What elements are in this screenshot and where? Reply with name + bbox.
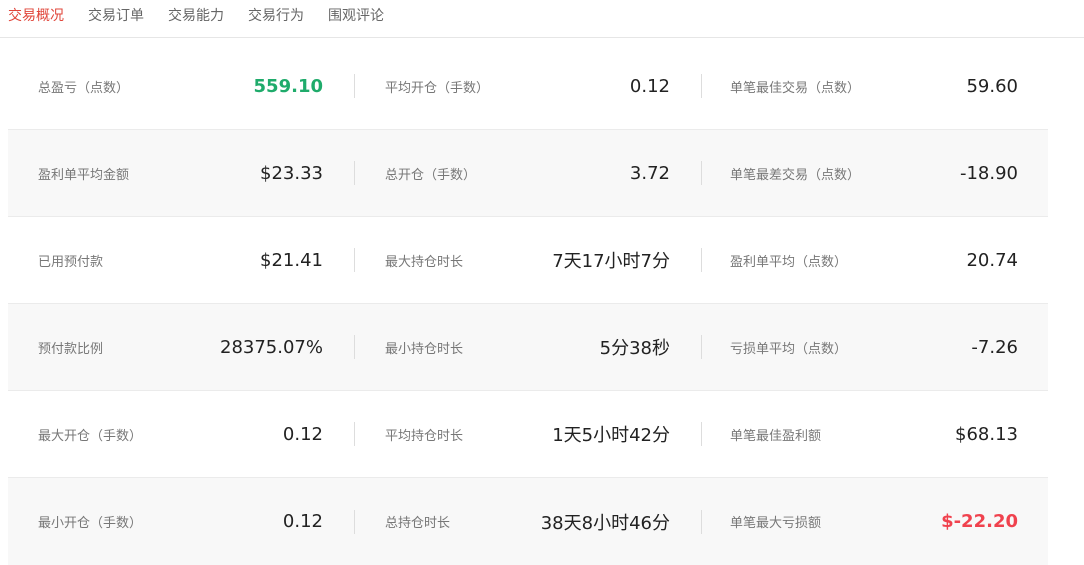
divider	[701, 422, 702, 446]
stat-label: 单笔最差交易（点数）	[730, 167, 861, 183]
stat-value: 0.12	[282, 423, 323, 445]
stat-value: 38天8小时46分	[540, 512, 670, 534]
stat-value: 28375.07%	[220, 336, 323, 358]
divider	[701, 335, 702, 359]
stat-best-trade-points: 单笔最佳交易（点数） 59.60	[701, 43, 1048, 129]
divider	[701, 74, 702, 98]
stat-avg-loss-points: 亏损单平均（点数） -7.26	[701, 304, 1048, 390]
stat-label: 总盈亏（点数）	[38, 80, 130, 96]
stats-row: 已用预付款 $21.41 最大持仓时长 7天17小时7分 盈利单平均（点数） 2…	[8, 217, 1048, 304]
stat-value: -18.90	[959, 162, 1018, 184]
stat-best-profit-amount: 单笔最佳盈利额 $68.13	[701, 391, 1048, 477]
stat-value: 559.10	[253, 75, 323, 97]
stat-label: 盈利单平均金额	[38, 167, 130, 183]
stat-label: 最小持仓时长	[385, 341, 464, 357]
stats-row: 预付款比例 28375.07% 最小持仓时长 5分38秒 亏损单平均（点数） -…	[8, 304, 1048, 391]
stat-value: 20.74	[966, 249, 1018, 271]
stat-value: $23.33	[260, 162, 323, 184]
stats-row: 最大开仓（手数） 0.12 平均持仓时长 1天5小时42分 单笔最佳盈利额 $6…	[8, 391, 1048, 478]
stat-worst-trade-points: 单笔最差交易（点数） -18.90	[701, 130, 1048, 216]
stat-max-loss-amount: 单笔最大亏损额 $-22.20	[701, 478, 1048, 565]
stat-value: 0.12	[282, 511, 323, 532]
stat-label: 盈利单平均（点数）	[730, 254, 848, 270]
stat-value: 0.12	[629, 75, 670, 97]
divider	[354, 422, 355, 446]
tab-bar: 交易概况 交易订单 交易能力 交易行为 围观评论	[0, 0, 1084, 38]
stat-value: $68.13	[955, 423, 1018, 445]
stats-row: 盈利单平均金额 $23.33 总开仓（手数） 3.72 单笔最差交易（点数） -…	[8, 130, 1048, 217]
tab-behavior[interactable]: 交易行为	[248, 5, 304, 25]
stat-label: 单笔最大亏损额	[730, 516, 822, 531]
stat-value: 1天5小时42分	[552, 425, 670, 446]
stat-label: 平均开仓（手数）	[385, 80, 490, 96]
stat-value: 7天17小时7分	[552, 251, 670, 272]
stat-total-open-lots: 总开仓（手数） 3.72	[354, 130, 701, 216]
stat-label: 最大持仓时长	[385, 254, 464, 270]
stat-value: -7.26	[971, 336, 1018, 358]
stat-avg-open-lots: 平均开仓（手数） 0.12	[354, 43, 701, 129]
divider	[354, 248, 355, 272]
stat-label: 已用预付款	[38, 254, 104, 270]
stat-total-hold-time: 总持仓时长 38天8小时46分	[354, 478, 701, 565]
stat-value: 59.60	[966, 75, 1018, 97]
stats-row: 最小开仓（手数） 0.12 总持仓时长 38天8小时46分 单笔最大亏损额 $-…	[8, 478, 1048, 565]
divider	[354, 74, 355, 98]
stat-value: $21.41	[260, 249, 323, 271]
tab-ability[interactable]: 交易能力	[168, 5, 224, 25]
tab-comments[interactable]: 围观评论	[328, 5, 384, 25]
stat-total-pnl: 总盈亏（点数） 559.10	[8, 43, 354, 129]
divider	[701, 248, 702, 272]
stat-max-open-lots: 最大开仓（手数） 0.12	[8, 391, 354, 477]
stat-label: 最大开仓（手数）	[38, 428, 143, 444]
stat-max-hold-time: 最大持仓时长 7天17小时7分	[354, 217, 701, 303]
tab-orders[interactable]: 交易订单	[88, 5, 144, 25]
divider	[701, 509, 702, 534]
divider	[354, 161, 355, 185]
stat-label: 最小开仓（手数）	[38, 516, 143, 531]
stat-label: 总持仓时长	[385, 516, 451, 531]
stats-grid: 总盈亏（点数） 559.10 平均开仓（手数） 0.12 单笔最佳交易（点数） …	[8, 43, 1048, 565]
divider	[354, 335, 355, 359]
stat-label: 单笔最佳交易（点数）	[730, 80, 861, 96]
stat-value: $-22.20	[941, 511, 1018, 532]
stats-row: 总盈亏（点数） 559.10 平均开仓（手数） 0.12 单笔最佳交易（点数） …	[8, 43, 1048, 130]
stat-label: 单笔最佳盈利额	[730, 428, 822, 444]
stat-used-margin: 已用预付款 $21.41	[8, 217, 354, 303]
stat-label: 总开仓（手数）	[385, 167, 477, 183]
stat-label: 预付款比例	[38, 341, 104, 357]
divider	[701, 161, 702, 185]
divider	[354, 509, 355, 534]
stat-label: 亏损单平均（点数）	[730, 341, 848, 357]
stat-value: 3.72	[629, 162, 670, 184]
stat-min-hold-time: 最小持仓时长 5分38秒	[354, 304, 701, 390]
stat-avg-hold-time: 平均持仓时长 1天5小时42分	[354, 391, 701, 477]
stat-min-open-lots: 最小开仓（手数） 0.12	[8, 478, 354, 565]
tab-overview[interactable]: 交易概况	[8, 5, 64, 25]
stat-value: 5分38秒	[599, 338, 670, 359]
stat-margin-ratio: 预付款比例 28375.07%	[8, 304, 354, 390]
stat-avg-profit-amount: 盈利单平均金额 $23.33	[8, 130, 354, 216]
stat-avg-profit-points: 盈利单平均（点数） 20.74	[701, 217, 1048, 303]
stat-label: 平均持仓时长	[385, 428, 464, 444]
